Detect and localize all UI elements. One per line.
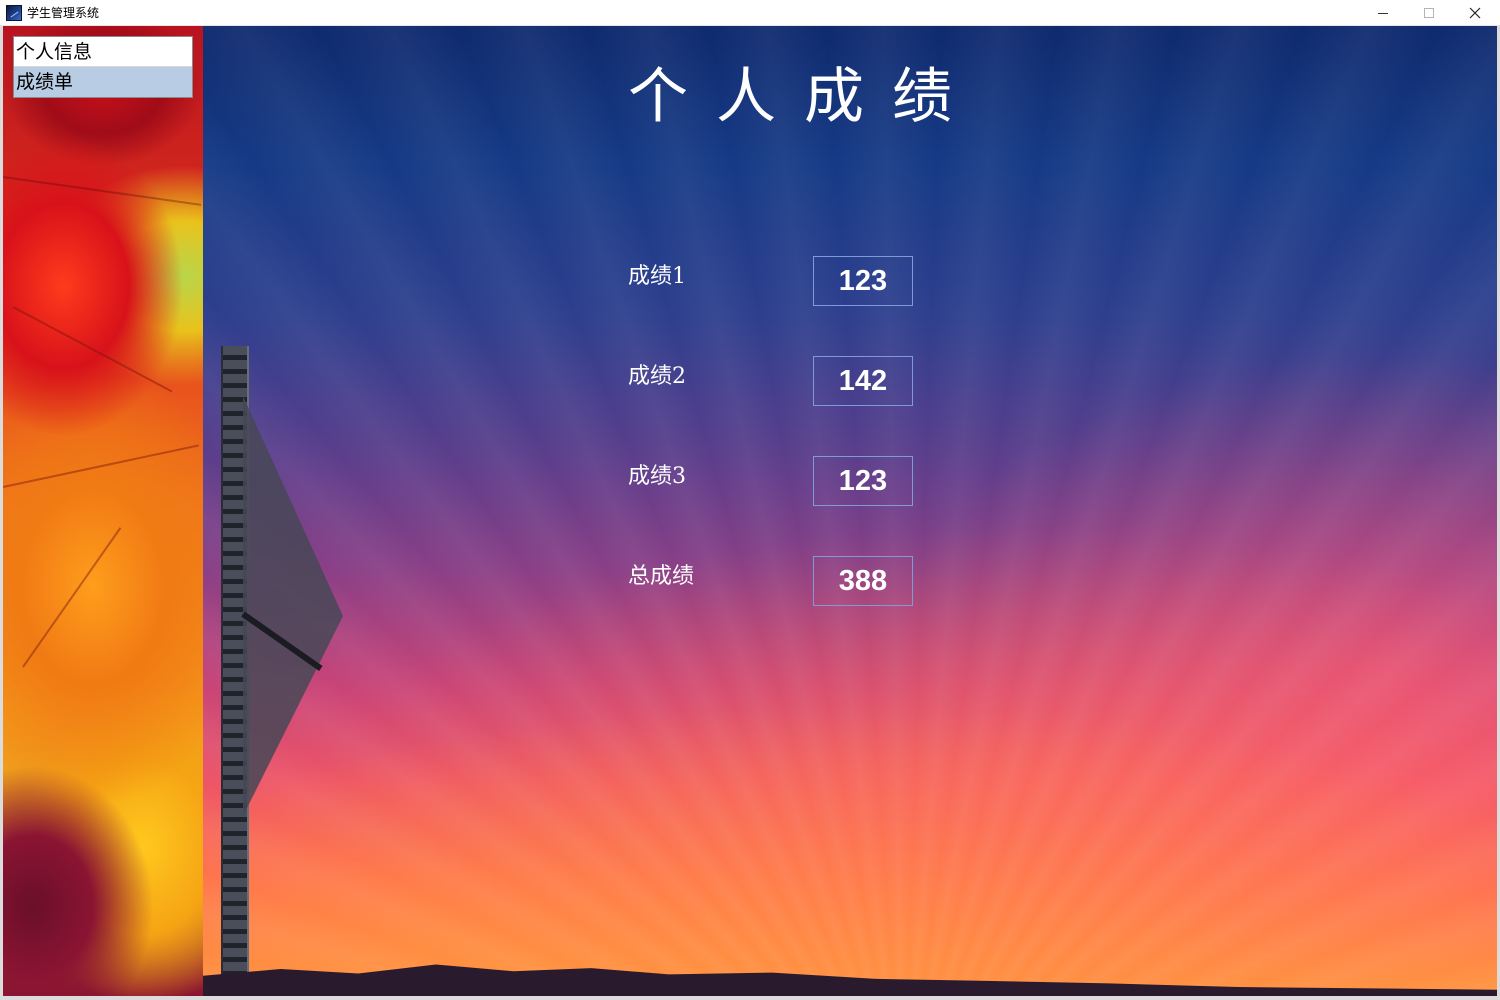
grade-value-field[interactable]: 123 [813,456,913,506]
sidebar-background [3,26,203,996]
grade-row: 总成绩 388 [628,556,1128,606]
sidebar-nav: 个人信息 成绩单 [13,36,193,98]
close-button[interactable] [1452,0,1498,26]
window-title: 学生管理系统 [27,6,100,20]
leaf-vein [22,527,122,668]
leaf-vein [3,176,202,206]
title-bar: 学生管理系统 [0,0,1500,26]
minimize-icon [1378,12,1388,14]
grade-label: 成绩1 [628,264,686,289]
maximize-icon [1424,8,1434,18]
leaf-vein [12,306,173,393]
signpost-sign [243,396,343,816]
minimize-button[interactable] [1360,0,1406,26]
sidebar-item-transcript[interactable]: 成绩单 [14,67,192,97]
main-background: 个人成绩 成绩1 123 成绩2 142 成绩3 123 总成绩 388 [203,26,1497,996]
grade-value-field[interactable]: 142 [813,356,913,406]
total-grade-label: 总成绩 [628,564,695,589]
sidebar-item-personal-info[interactable]: 个人信息 [14,37,192,67]
leaf-vein [3,444,199,488]
grade-row: 成绩3 123 [628,456,1128,506]
close-icon [1469,7,1481,19]
grade-label: 成绩3 [628,464,686,489]
app-icon [6,5,22,21]
grade-label: 成绩2 [628,364,686,389]
window-frame-left [0,26,3,1000]
page-title: 个人成绩 [628,62,980,132]
total-grade-value-field[interactable]: 388 [813,556,913,606]
window-frame-bottom [0,996,1500,1000]
grade-value-field[interactable]: 123 [813,256,913,306]
sky-streaks [203,26,1497,996]
maximize-button[interactable] [1406,0,1452,26]
grade-row: 成绩2 142 [628,356,1128,406]
grade-row: 成绩1 123 [628,256,1128,306]
